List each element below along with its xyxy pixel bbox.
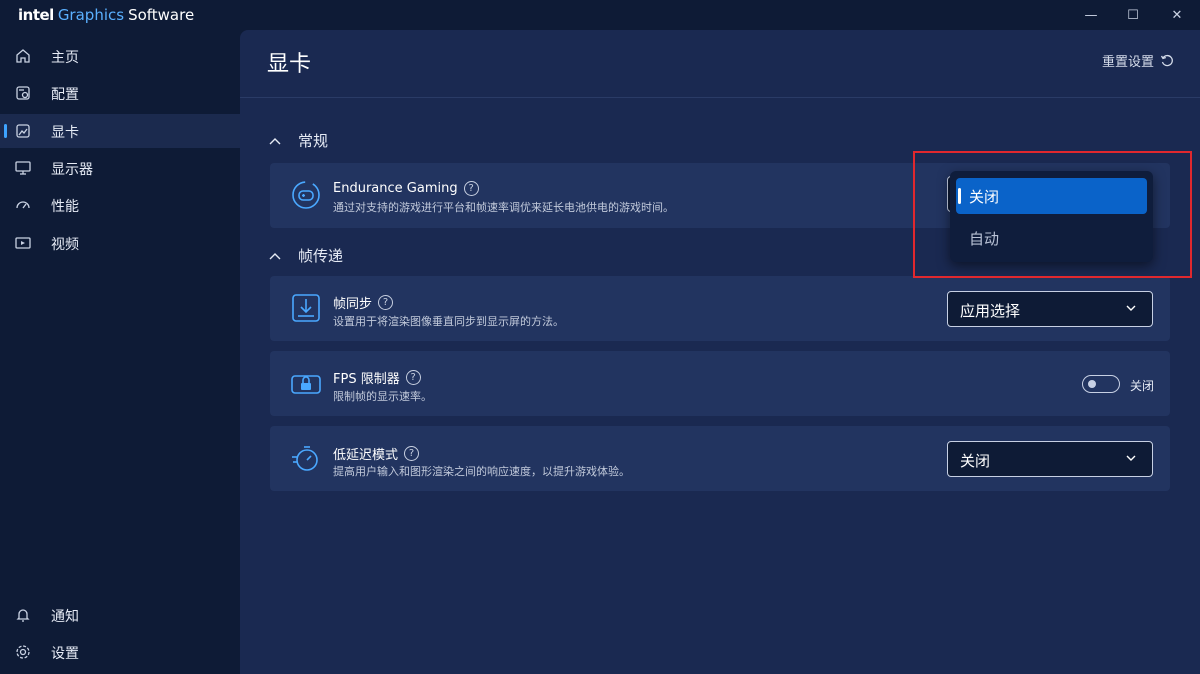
fps-limiter-toggle[interactable] (1082, 375, 1120, 393)
sidebar-item-settings[interactable]: 设置 (0, 635, 240, 669)
gauge-icon (16, 201, 30, 209)
home-icon (16, 49, 30, 63)
card-title: Endurance Gaming ? (333, 181, 479, 196)
sidebar-item-display[interactable]: 显示器 (0, 151, 240, 185)
endurance-gaming-dropdown: 关闭 自动 (950, 171, 1153, 262)
card-title: 低延迟模式 ? (333, 444, 420, 463)
sidebar-item-label: 性能 (51, 199, 79, 215)
sidebar-item-label: 视频 (51, 237, 79, 253)
graphics-icon (16, 124, 30, 138)
section-label: 常规 (298, 132, 329, 150)
page-header: 显卡 重置设置 (240, 30, 1200, 98)
card-title: FPS 限制器 ? (333, 368, 421, 387)
sidebar: 主页 配置 显卡 显示器 性能 视频 通知 设置 (0, 30, 240, 674)
sidebar-item-label: 通知 (51, 609, 79, 625)
title-bar: intel Graphics Software — ☐ ✕ (0, 0, 1200, 30)
chevron-down-icon (1126, 305, 1136, 311)
page-title: 显卡 (267, 52, 312, 77)
vsync-title: 帧同步 (333, 297, 373, 312)
dropdown-option-auto[interactable]: 自动 (956, 220, 1147, 256)
maximize-icon: ☐ (1127, 7, 1139, 23)
reset-label: 重置设置 (1101, 55, 1154, 70)
option-label: 关闭 (969, 188, 1000, 206)
monitor-icon (15, 161, 31, 175)
stopwatch-icon (292, 446, 318, 471)
minimize-button[interactable]: — (1078, 4, 1104, 26)
endurance-gaming-icon (292, 181, 320, 209)
vsync-select[interactable]: 应用选择 (947, 291, 1153, 327)
fps-limiter-card: FPS 限制器 ? 限制帧的显示速率。 关闭 (270, 351, 1170, 416)
sidebar-item-config[interactable]: 配置 (0, 76, 240, 110)
option-label: 自动 (969, 230, 1000, 248)
card-description: 设置用于将渲染图像垂直同步到显示屏的方法。 (333, 315, 564, 328)
maximize-button[interactable]: ☐ (1120, 4, 1146, 26)
sidebar-item-label: 设置 (51, 646, 79, 662)
app-brand: intel Graphics Software (18, 6, 194, 24)
chevron-down-icon (1126, 455, 1136, 461)
help-icon[interactable]: ? (404, 446, 420, 461)
section-frame-delivery-header[interactable]: 帧传递 (268, 245, 343, 266)
chevron-up-icon (269, 137, 281, 144)
gear-icon (16, 645, 30, 659)
card-description: 提高用户输入和图形渲染之间的响应速度，以提升游戏体验。 (333, 465, 630, 478)
intel-logo: intel (18, 6, 54, 24)
fps-title: FPS 限制器 (333, 372, 400, 387)
brand-software: Software (128, 6, 195, 24)
close-button[interactable]: ✕ (1164, 4, 1190, 26)
help-icon[interactable]: ? (378, 295, 394, 310)
sidebar-item-label: 显卡 (51, 125, 79, 141)
bell-icon (16, 609, 30, 622)
vsync-card: 帧同步 ? 设置用于将渲染图像垂直同步到显示屏的方法。 应用选择 (270, 276, 1170, 341)
help-icon[interactable]: ? (463, 181, 479, 196)
config-icon (16, 86, 30, 100)
toggle-knob (1088, 380, 1096, 388)
sidebar-item-label: 配置 (51, 87, 79, 103)
selected-indicator (958, 188, 961, 204)
fps-limiter-icon (291, 375, 321, 394)
sidebar-item-home[interactable]: 主页 (0, 39, 240, 73)
low-latency-select[interactable]: 关闭 (947, 441, 1153, 477)
minimize-icon: — (1084, 7, 1098, 23)
chevron-up-icon (269, 252, 281, 259)
toggle-state-label: 关闭 (1130, 379, 1155, 393)
section-general-header[interactable]: 常规 (268, 130, 328, 151)
card-description: 限制帧的显示速率。 (333, 390, 432, 403)
sidebar-item-performance[interactable]: 性能 (0, 188, 240, 222)
latency-value: 关闭 (960, 452, 991, 470)
video-icon (15, 237, 31, 249)
dropdown-option-off[interactable]: 关闭 (956, 178, 1147, 214)
card-description: 通过对支持的游戏进行平台和帧速率调优来延长电池供电的游戏时间。 (333, 201, 674, 214)
low-latency-card: 低延迟模式 ? 提高用户输入和图形渲染之间的响应速度，以提升游戏体验。 关闭 (270, 426, 1170, 491)
sidebar-item-notifications[interactable]: 通知 (0, 598, 240, 632)
vsync-icon (292, 294, 320, 322)
latency-title: 低延迟模式 (333, 448, 399, 463)
active-indicator (4, 124, 7, 138)
reset-icon (1160, 54, 1173, 66)
reset-settings-button[interactable]: 重置设置 (1102, 51, 1174, 70)
sidebar-item-graphics[interactable]: 显卡 (0, 114, 240, 148)
close-icon: ✕ (1171, 7, 1183, 23)
main-panel: 显卡 重置设置 常规 Endurance Gaming ? 通过对支持的游戏进行… (240, 30, 1200, 674)
brand-graphics: Graphics (57, 6, 125, 24)
help-icon[interactable]: ? (405, 370, 421, 385)
sidebar-item-video[interactable]: 视频 (0, 226, 240, 260)
endurance-title: Endurance Gaming (333, 181, 458, 196)
vsync-value: 应用选择 (960, 302, 1021, 320)
section-label: 帧传递 (298, 247, 344, 265)
card-title: 帧同步 ? (333, 293, 394, 312)
sidebar-item-label: 显示器 (51, 162, 93, 178)
sidebar-item-label: 主页 (51, 50, 79, 66)
